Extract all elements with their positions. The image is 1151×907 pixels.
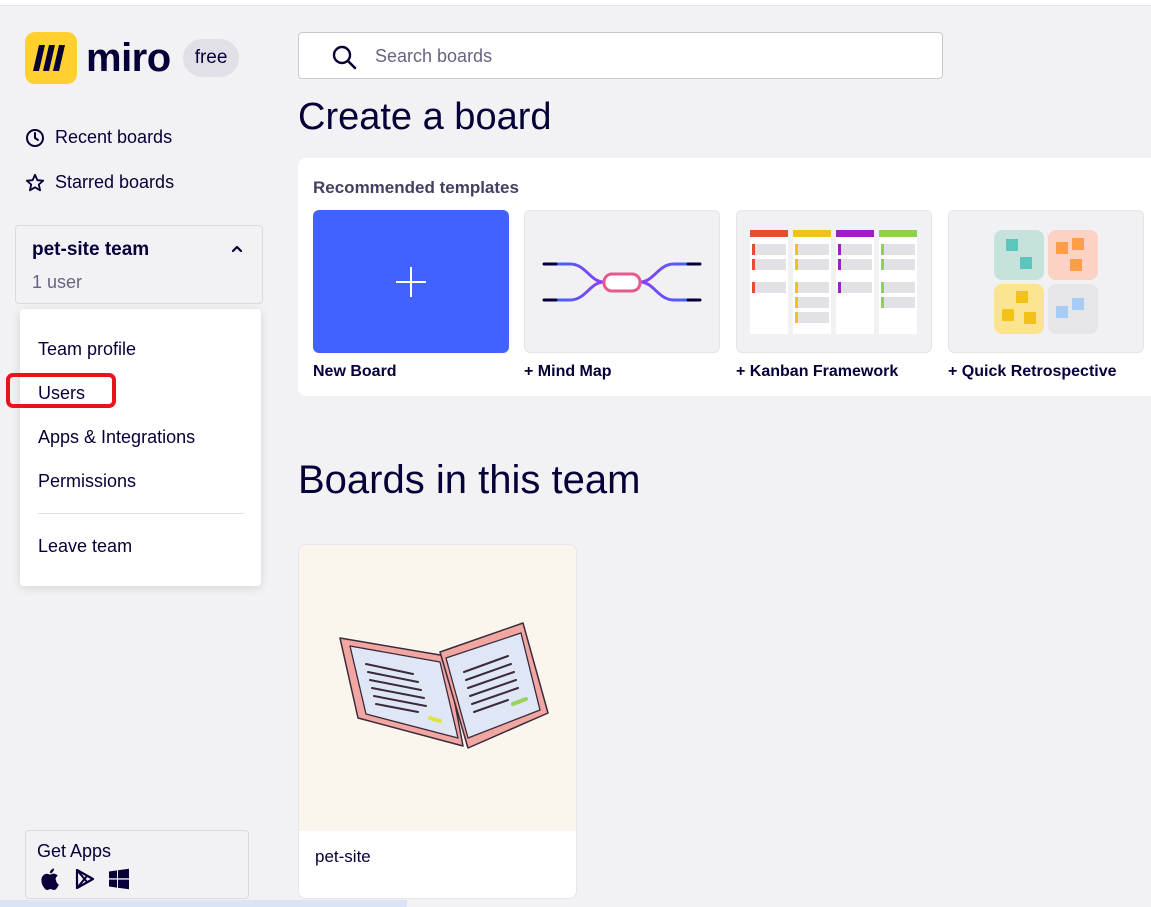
kanban-thumbnail[interactable] xyxy=(736,210,932,353)
menu-item-apps-integrations[interactable]: Apps & Integrations xyxy=(38,427,195,448)
open-book-illustration xyxy=(338,622,549,749)
get-apps-panel: Get Apps xyxy=(25,830,249,899)
clock-icon xyxy=(26,128,44,147)
template-mind-map[interactable]: + Mind Map xyxy=(524,210,720,381)
team-name: pet-site team xyxy=(32,239,150,260)
google-play-icon[interactable] xyxy=(74,868,96,890)
template-label: New Board xyxy=(313,363,397,380)
team-menu: Team profile Users Apps & Integrations P… xyxy=(20,309,261,586)
menu-divider xyxy=(38,513,244,514)
new-board-thumbnail[interactable] xyxy=(313,210,509,353)
create-board-header: Create a board xyxy=(298,82,1151,134)
board-thumbnail xyxy=(299,545,576,831)
store-icons xyxy=(40,867,130,891)
team-user-count: 1 user xyxy=(32,272,83,292)
retrospective-thumbnail[interactable] xyxy=(948,210,1144,353)
board-name: pet-site xyxy=(315,847,371,866)
create-board-title: Create a board xyxy=(298,96,552,134)
template-label: + Quick Retrospective xyxy=(948,363,1117,380)
template-label: + Mind Map xyxy=(524,363,612,380)
windows-icon[interactable] xyxy=(108,868,130,890)
search-box[interactable] xyxy=(298,32,943,79)
search-icon xyxy=(332,45,357,70)
template-new-board[interactable]: New Board xyxy=(313,210,509,381)
top-edge xyxy=(0,0,1151,6)
recommended-templates-panel: Recommended templates New Board + Mind M… xyxy=(298,158,1151,396)
menu-item-team-profile[interactable]: Team profile xyxy=(38,339,136,360)
menu-item-leave-team[interactable]: Leave team xyxy=(38,536,132,557)
template-kanban[interactable]: + Kanban Framework xyxy=(736,210,932,381)
plus-icon xyxy=(396,266,426,297)
templates-title: Recommended templates xyxy=(313,178,519,197)
starred-boards-link[interactable]: Starred boards xyxy=(25,172,174,193)
chevron-up-icon[interactable] xyxy=(230,242,244,256)
logo-text: miro xyxy=(86,35,171,80)
template-label: + Kanban Framework xyxy=(736,363,899,380)
mind-map-thumbnail[interactable] xyxy=(524,210,720,353)
get-apps-label: Get Apps xyxy=(37,841,112,861)
team-selector[interactable]: pet-site team 1 user xyxy=(15,225,263,304)
bottom-scroll-bar xyxy=(0,900,407,907)
menu-item-permissions[interactable]: Permissions xyxy=(38,471,136,492)
annotation-highlight xyxy=(6,373,116,408)
board-card[interactable]: pet-site xyxy=(298,544,577,899)
star-icon xyxy=(25,173,45,191)
boards-section-title: Boards in this team xyxy=(298,458,641,502)
miro-logo-icon xyxy=(25,32,77,84)
recent-boards-link[interactable]: Recent boards xyxy=(25,127,172,148)
apple-icon[interactable] xyxy=(40,867,62,891)
starred-boards-label: Starred boards xyxy=(55,172,175,192)
recent-boards-label: Recent boards xyxy=(55,127,173,147)
plan-badge: free xyxy=(182,39,240,77)
miro-logo[interactable]: miro free xyxy=(25,32,240,84)
template-quick-retrospective[interactable]: + Quick Retrospective xyxy=(948,210,1144,381)
search-input[interactable] xyxy=(375,42,915,70)
